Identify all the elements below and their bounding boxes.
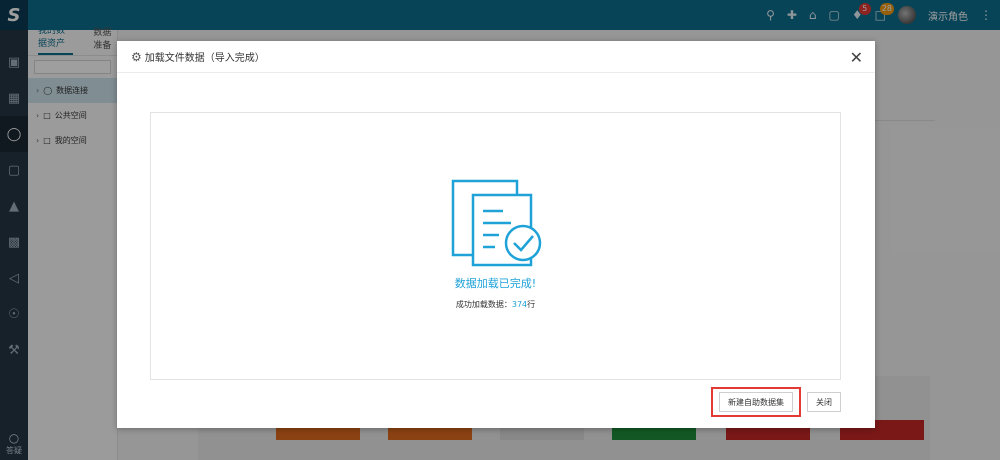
dialog-footer: 新建自助数据集 关闭 (711, 387, 841, 417)
dialog-title: 加载文件数据（导入完成） (144, 53, 265, 64)
dialog-header: ⚙ 加载文件数据（导入完成） (117, 41, 875, 73)
close-icon[interactable]: ✕ (850, 48, 863, 67)
load-result-detail: 成功加载数据：374行 (151, 299, 840, 310)
close-button[interactable]: 关闭 (807, 392, 841, 412)
loaded-row-count: 374 (511, 300, 528, 309)
load-file-data-dialog: ⚙ 加载文件数据（导入完成） ✕ 数据加载已完成! 成功加载数据：374行 新建… (117, 41, 875, 428)
gear-icon: ⚙ (131, 49, 142, 64)
new-self-service-dataset-button[interactable]: 新建自助数据集 (719, 392, 793, 412)
highlight-frame: 新建自助数据集 (711, 387, 801, 417)
load-complete-message: 数据加载已完成! (454, 277, 537, 290)
dialog-body: 数据加载已完成! 成功加载数据：374行 (150, 112, 841, 380)
detail-suffix: 行 (527, 300, 536, 309)
detail-prefix: 成功加载数据： (455, 300, 512, 309)
document-complete-icon (451, 179, 542, 267)
